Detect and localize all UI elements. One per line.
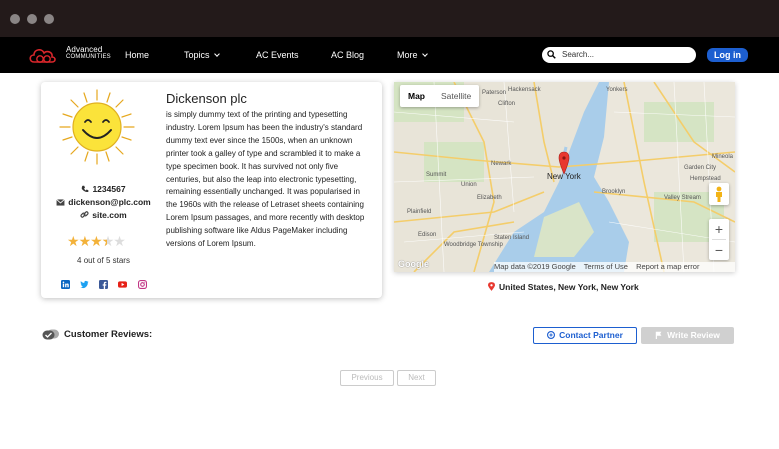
map-pin-icon (488, 282, 495, 291)
login-button[interactable]: Log in (707, 48, 748, 62)
nav-more-label: More (397, 50, 418, 60)
window-minimize-dot[interactable] (27, 14, 37, 24)
map-attribution: Map data ©2019 Google (494, 262, 576, 271)
map-label: Plainfield (407, 209, 432, 215)
chevron-down-icon (421, 51, 428, 57)
nav-topics[interactable]: Topics (184, 49, 220, 61)
contact-phone[interactable]: 1234567 (41, 183, 166, 195)
map-label: Hempstead (690, 176, 721, 182)
phone-number: 1234567 (92, 184, 126, 194)
nav-ac-blog-label: AC Blog (331, 50, 365, 60)
map-label: Elizabeth (477, 195, 502, 201)
logo-line2: COMMUNITIES (66, 54, 111, 60)
star-rating: ★★★★ ★ (67, 233, 137, 249)
map-label: Yonkers (606, 87, 628, 93)
partner-profile-card: Dickenson plc is simply dummy text of th… (41, 82, 382, 298)
contact-website[interactable]: site.com (41, 209, 166, 221)
company-description: is simply dummy text of the printing and… (166, 110, 365, 249)
tab-map[interactable]: Map (400, 85, 433, 107)
location-address: United States, New York, New York (488, 282, 639, 292)
website-link: site.com (92, 210, 127, 220)
contact-partner-label: Contact Partner (559, 330, 623, 340)
write-review-button[interactable]: Write Review (641, 327, 734, 344)
contact-email[interactable]: dickenson@plc.com (41, 196, 166, 208)
report-map-error-link[interactable]: Report a map error (636, 262, 699, 271)
company-logo-sun (59, 89, 135, 165)
map-label: Edison (418, 232, 437, 238)
search-icon (547, 50, 556, 59)
window-maximize-dot[interactable] (44, 14, 54, 24)
chat-icon (547, 330, 556, 340)
chevron-down-icon (213, 51, 220, 57)
twitter-icon[interactable] (80, 280, 89, 289)
envelope-icon (56, 199, 65, 206)
pagination-next-button[interactable]: Next (397, 370, 436, 386)
map-type-tabs: Map Satellite (400, 85, 480, 107)
nav-ac-events[interactable]: AC Events (256, 49, 299, 61)
map-label: Garden City (684, 165, 717, 171)
nav-home-label: Home (125, 50, 150, 60)
map-label: Hackensack (508, 87, 541, 93)
nav-home[interactable]: Home (125, 49, 149, 61)
star-icon: ★ (78, 233, 92, 249)
location-map[interactable]: Map Satellite Hackensack Clifton Paterso… (394, 82, 735, 272)
tab-satellite[interactable]: Satellite (433, 85, 479, 107)
map-zoom-controls: + − (709, 219, 729, 260)
reviews-heading: Customer Reviews: (42, 329, 152, 340)
star-icon: ★ (102, 234, 115, 248)
search-input[interactable]: Search... (542, 47, 696, 63)
instagram-icon[interactable] (138, 280, 147, 289)
logo-line1: Advanced (66, 45, 103, 54)
window-close-dot[interactable] (10, 14, 20, 24)
pegman-icon (716, 186, 722, 202)
logo-cloud-icon (29, 49, 56, 63)
nav-more[interactable]: More (397, 49, 428, 61)
top-navbar: Advanced COMMUNITIES Home Topics AC Even… (0, 37, 779, 73)
map-label: Newark (491, 161, 512, 167)
pagination-previous-button[interactable]: Previous (340, 370, 394, 386)
zoom-in-button[interactable]: + (709, 219, 729, 239)
star-icon: ★ (67, 233, 80, 249)
map-label: Paterson (482, 90, 507, 96)
terms-of-use-link[interactable]: Terms of Use (584, 262, 628, 271)
window-titlebar (0, 0, 779, 37)
nav-ac-events-label: AC Events (256, 50, 299, 60)
map-label: Woodbridge Township (444, 242, 503, 248)
zoom-out-button[interactable]: − (709, 240, 729, 260)
flag-icon (655, 331, 662, 339)
reviews-icon (42, 329, 59, 340)
map-label: Staten Island (494, 235, 530, 241)
phone-icon (82, 185, 89, 192)
map-footer: Map data ©2019 Google Terms of Use Repor… (494, 262, 735, 272)
street-view-pegman[interactable] (709, 183, 729, 205)
location-text: United States, New York, New York (499, 282, 639, 292)
linkedin-icon[interactable] (61, 280, 70, 289)
google-logo: Google (398, 259, 429, 269)
youtube-icon[interactable] (118, 280, 127, 289)
map-label: Brooklyn (602, 189, 626, 195)
logo-text: Advanced COMMUNITIES (66, 46, 111, 61)
star-icon: ★ (113, 233, 126, 249)
map-label: New York (547, 172, 581, 181)
contact-partner-button[interactable]: Contact Partner (533, 327, 637, 344)
map-label: Summit (426, 172, 447, 178)
nav-topics-label: Topics (184, 50, 210, 60)
map-label: Valley Stream (664, 195, 701, 201)
star-icon: ★ (90, 233, 103, 249)
reviews-title: Customer Reviews: (64, 329, 153, 340)
write-review-label: Write Review (667, 330, 720, 340)
link-icon (80, 211, 89, 218)
search-placeholder: Search... (562, 50, 595, 59)
nav-ac-blog[interactable]: AC Blog (331, 49, 364, 61)
company-name: Dickenson plc (166, 91, 247, 106)
map-label: Clifton (498, 101, 516, 107)
map-label: Mineola (712, 154, 734, 160)
email-address: dickenson@plc.com (68, 197, 151, 207)
site-logo[interactable]: Advanced COMMUNITIES (28, 44, 111, 66)
rating-text: 4 out of 5 stars (77, 256, 130, 265)
facebook-icon[interactable] (99, 280, 108, 289)
map-label: Union (461, 182, 477, 188)
